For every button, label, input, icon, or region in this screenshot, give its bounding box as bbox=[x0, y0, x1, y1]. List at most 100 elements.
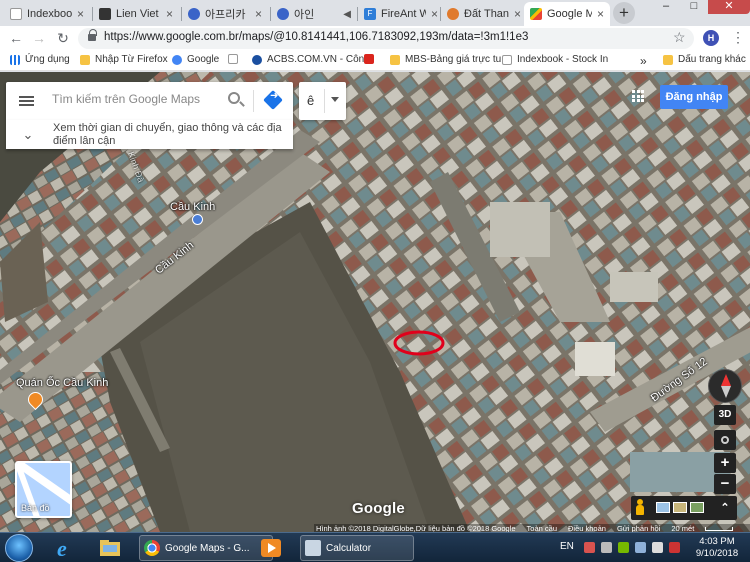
restaurant-pin-icon[interactable] bbox=[28, 392, 41, 408]
bridge-label[interactable]: Cầu Kinh bbox=[170, 201, 215, 213]
close-icon[interactable]: × bbox=[166, 7, 173, 21]
bookmarks-overflow[interactable]: » bbox=[640, 54, 647, 68]
forward-button[interactable]: → bbox=[31, 30, 47, 46]
chevron-down-icon: ⌄ bbox=[22, 127, 34, 142]
url-text[interactable]: https://www.google.com.br/maps/@10.81414… bbox=[104, 31, 528, 43]
feedback-link[interactable]: Gửi phản hồi bbox=[617, 524, 660, 532]
tilt-3d-button[interactable]: 3D bbox=[714, 405, 736, 425]
profile-avatar[interactable]: H bbox=[703, 30, 719, 46]
language-indicator[interactable]: EN bbox=[560, 541, 574, 552]
satellite-map[interactable]: ⌄ Xem thời gian di chuyển, giao thông và… bbox=[0, 72, 750, 532]
restaurant-label[interactable]: Quán Ốc Cầu Kinh bbox=[16, 377, 108, 389]
bookmark-firefox[interactable]: Nhập Từ Firefox bbox=[80, 54, 168, 65]
map-type-toggle[interactable]: Bản đồ bbox=[15, 461, 72, 518]
pegman-icon[interactable] bbox=[634, 499, 645, 515]
reload-button[interactable]: ↻ bbox=[55, 30, 71, 46]
tab-label: Indexbook bbox=[27, 8, 72, 20]
apps-grid-icon bbox=[10, 54, 20, 65]
start-button[interactable] bbox=[5, 534, 33, 562]
volume-icon[interactable] bbox=[652, 542, 663, 553]
system-clock[interactable]: 4:03 PM 9/10/2018 bbox=[688, 536, 746, 560]
global-link[interactable]: Toàn cầu bbox=[527, 524, 557, 532]
afreeca-icon bbox=[188, 8, 200, 20]
taskbar-label: Calculator bbox=[326, 542, 372, 554]
close-icon[interactable]: × bbox=[77, 7, 84, 21]
browser-toolbar: ← → ↻ https://www.google.com.br/maps/@10… bbox=[0, 26, 750, 51]
hamburger-menu-icon[interactable] bbox=[19, 96, 34, 106]
suggestion-text: Xem thời gian di chuyển, giao thông và c… bbox=[53, 122, 282, 147]
zoom-out-button[interactable]: − bbox=[714, 474, 736, 494]
location-target-icon bbox=[721, 436, 729, 444]
language-selector[interactable]: ê bbox=[299, 82, 346, 120]
folder-icon bbox=[390, 54, 400, 65]
tab-label: 아인 bbox=[294, 9, 315, 21]
bookmark-label: Dấu trang khác bbox=[678, 54, 746, 65]
app-tray-icon[interactable] bbox=[584, 542, 595, 553]
expand-icon[interactable]: ⌃ bbox=[714, 499, 736, 517]
search-input[interactable] bbox=[52, 92, 217, 106]
maximize-button[interactable]: □ bbox=[680, 0, 708, 14]
travel-info-suggestion[interactable]: ⌄ Xem thời gian di chuyển, giao thông và… bbox=[6, 120, 293, 149]
tab-lien-viet[interactable]: Lien Viet × bbox=[93, 2, 179, 26]
sign-in-button[interactable]: Đăng nhập bbox=[660, 85, 728, 109]
google-logo: Google bbox=[352, 500, 405, 517]
bookmark-label: MBS-Bảng giá trực tu bbox=[405, 54, 502, 65]
scale-bar bbox=[705, 527, 734, 531]
map-type-label: Bản đồ bbox=[21, 503, 50, 513]
close-icon[interactable]: × bbox=[431, 7, 438, 21]
tab-strip: Indexbook × Lien Viet × 아프리카 × 아인 ◀ F FireAnt… bbox=[0, 0, 750, 26]
tab-fireant[interactable]: F FireAnt W × bbox=[358, 2, 444, 26]
close-window-button[interactable]: ✕ bbox=[708, 0, 750, 14]
star-icon[interactable]: ☆ bbox=[673, 29, 686, 46]
taskbar-calculator[interactable]: Calculator bbox=[300, 535, 414, 561]
new-tab-button[interactable]: + bbox=[613, 2, 635, 24]
tab-indexbook[interactable]: Indexbook × bbox=[4, 2, 90, 26]
zoom-in-button[interactable]: + bbox=[714, 453, 736, 473]
transit-icon[interactable] bbox=[192, 214, 203, 225]
bookmark-acbs[interactable]: ACBS.COM.VN - Côn bbox=[252, 54, 364, 65]
tab-afreeca[interactable]: 아프리카 × bbox=[182, 2, 268, 26]
bookmark-mbs[interactable]: MBS-Bảng giá trực tu bbox=[390, 54, 501, 65]
acbs-icon bbox=[252, 54, 262, 65]
my-location-button[interactable] bbox=[714, 430, 736, 450]
tab-ain[interactable]: 아인 ◀ bbox=[271, 2, 357, 26]
bookmark-indexbook[interactable]: Indexbook - Stock In bbox=[502, 54, 608, 65]
minimize-button[interactable]: – bbox=[652, 0, 680, 14]
afreeca-icon bbox=[277, 8, 289, 20]
speaker-icon[interactable]: ◀ bbox=[343, 9, 351, 20]
clock-date: 9/10/2018 bbox=[695, 548, 739, 559]
close-icon[interactable]: × bbox=[597, 7, 604, 21]
google-maps-icon bbox=[530, 8, 542, 20]
internet-explorer-icon[interactable]: e bbox=[54, 536, 78, 561]
bookmark-google[interactable]: Google bbox=[172, 54, 219, 65]
file-explorer-icon[interactable] bbox=[98, 536, 122, 560]
compass-icon[interactable] bbox=[708, 369, 742, 403]
google-apps-icon[interactable] bbox=[632, 90, 644, 102]
close-icon[interactable]: × bbox=[514, 7, 521, 21]
antivirus-icon[interactable] bbox=[669, 542, 680, 553]
bookmark-apps[interactable]: Ứng dụng bbox=[10, 54, 70, 65]
flag-tray-icon[interactable] bbox=[601, 542, 612, 553]
language-label: ê bbox=[307, 93, 315, 108]
search-icon[interactable] bbox=[228, 92, 240, 104]
close-icon[interactable]: × bbox=[255, 7, 262, 21]
network-icon[interactable] bbox=[635, 542, 646, 553]
media-player-icon[interactable] bbox=[259, 536, 283, 560]
bookmark-page[interactable] bbox=[228, 54, 238, 64]
imagery-thumbnails[interactable] bbox=[656, 502, 704, 513]
tab-dat-thanh[interactable]: Đất Thanh × bbox=[441, 2, 527, 26]
tab-google-maps[interactable]: Google M × bbox=[524, 2, 610, 26]
menu-icon[interactable]: ⋮ bbox=[731, 29, 745, 45]
directions-icon[interactable] bbox=[263, 90, 283, 110]
bookmark-other[interactable]: Dấu trang khác bbox=[663, 54, 746, 65]
nvidia-icon[interactable] bbox=[618, 542, 629, 553]
bookmarks-bar: Ứng dụng Nhập Từ Firefox Google ACBS.COM… bbox=[0, 51, 750, 71]
terms-link[interactable]: Điều khoản bbox=[568, 524, 606, 532]
address-bar[interactable]: https://www.google.com.br/maps/@10.81414… bbox=[78, 28, 694, 49]
scale-label[interactable]: 20 mét bbox=[671, 524, 694, 532]
taskbar-google-maps[interactable]: Google Maps - G... bbox=[139, 535, 273, 561]
taskbar-label: Google Maps - G... bbox=[165, 542, 250, 554]
back-button[interactable]: ← bbox=[8, 30, 24, 46]
highlight-ellipse bbox=[393, 330, 445, 356]
bookmark-flag[interactable] bbox=[364, 54, 374, 64]
